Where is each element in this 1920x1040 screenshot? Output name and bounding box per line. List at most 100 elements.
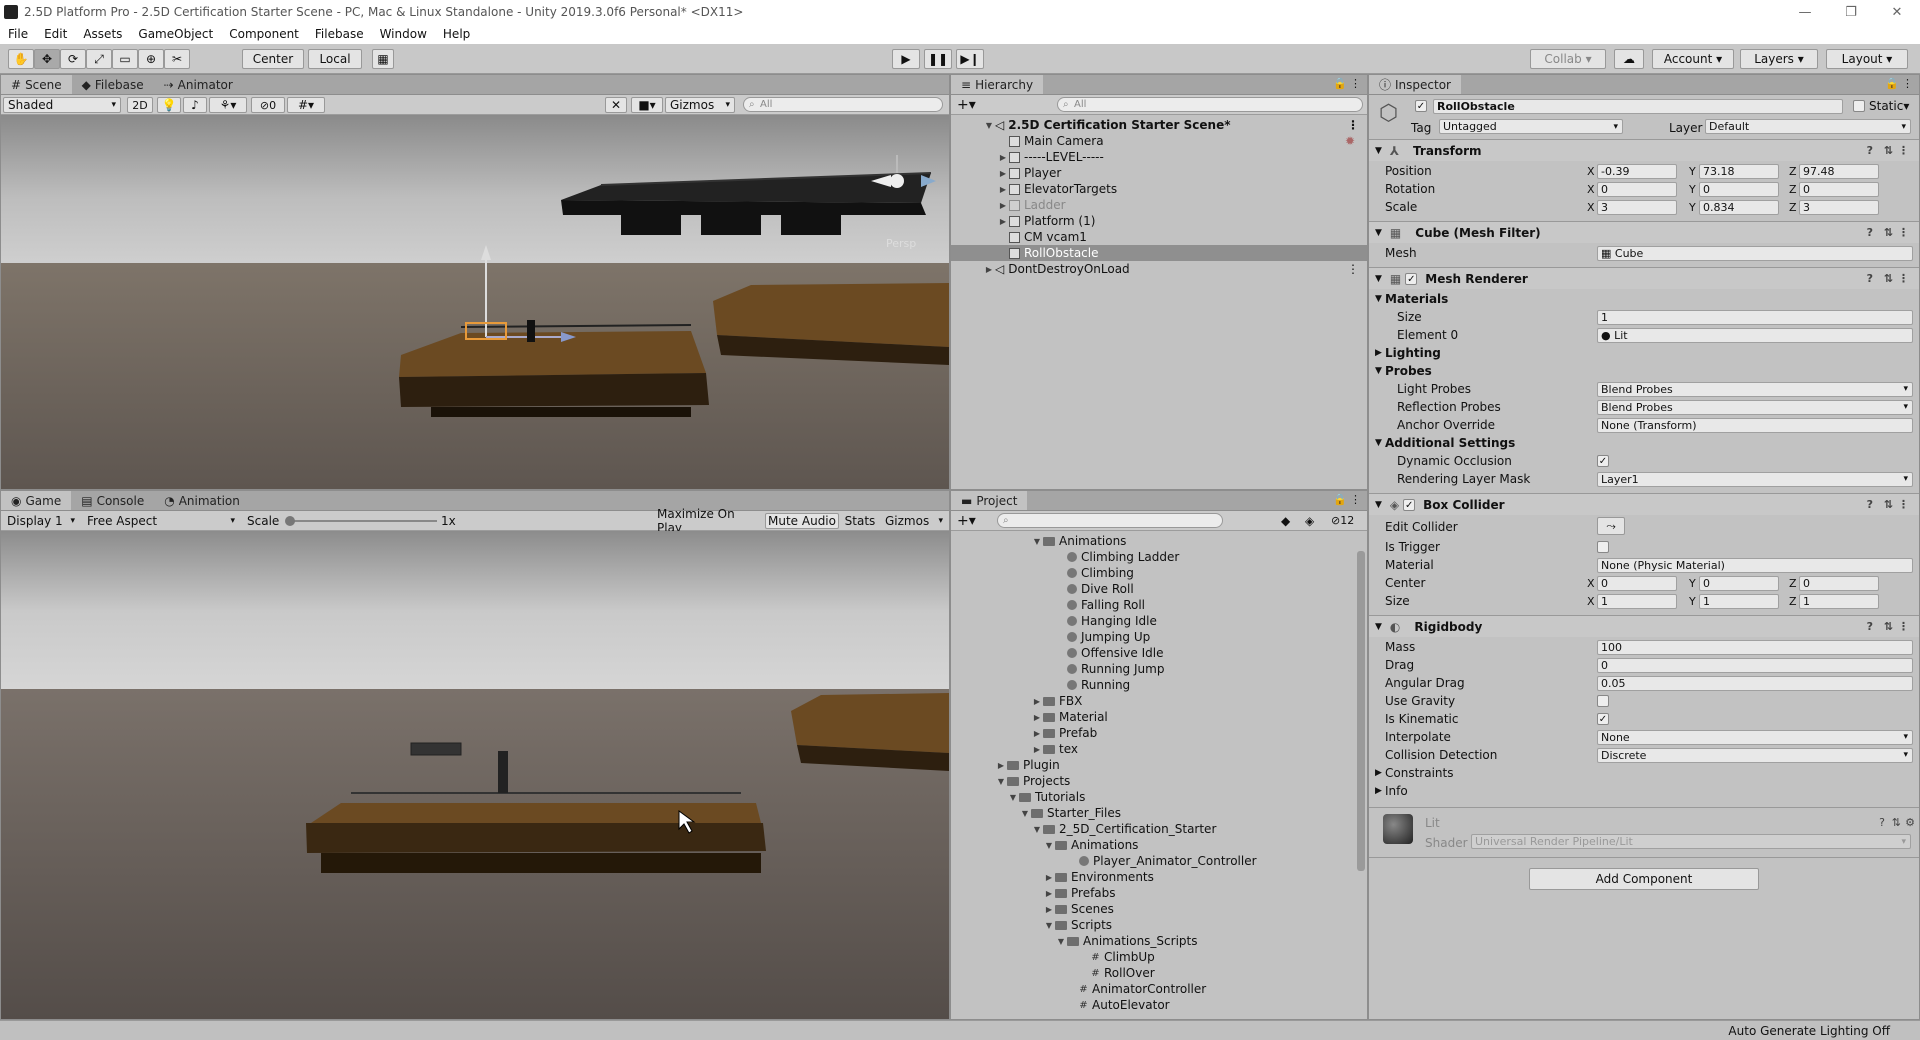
pause-button[interactable]: ❚❚ xyxy=(924,49,952,69)
mesh-renderer-enabled-checkbox[interactable]: ✓ xyxy=(1405,272,1418,285)
grid-toggle-icon[interactable]: #▾ xyxy=(287,97,325,113)
scale-slider[interactable] xyxy=(287,520,437,522)
menu-filebase[interactable]: Filebase xyxy=(307,27,372,41)
tab-project[interactable]: ▬ Project xyxy=(951,491,1028,510)
account-dropdown[interactable]: Account ▾ xyxy=(1652,49,1734,69)
expand-arrow-icon[interactable]: ▶ xyxy=(997,217,1009,226)
is-kinematic-checkbox[interactable]: ✓ xyxy=(1597,713,1609,725)
component-menu-icon[interactable]: ⋮ xyxy=(1898,498,1909,511)
panel-menu-icon[interactable]: ⋮ xyxy=(1902,77,1913,90)
expand-arrow-icon[interactable]: ▼ xyxy=(983,121,995,130)
center-x-field[interactable]: 0 xyxy=(1597,575,1677,591)
rotation-x-field[interactable]: 0 xyxy=(1597,181,1677,197)
transform-header[interactable]: ▼ ⅄ Transform ? ⇅ ⋮ xyxy=(1369,139,1919,161)
position-x-field[interactable]: -0.39 xyxy=(1597,163,1677,179)
expand-arrow-icon[interactable]: ▼ xyxy=(1019,809,1031,818)
component-menu-icon[interactable]: ⋮ xyxy=(1898,620,1909,633)
collapse-arrow-icon[interactable]: ▼ xyxy=(1375,274,1382,284)
scene-menu-icon[interactable]: ⋮ xyxy=(1347,262,1359,276)
collision-detection-dropdown[interactable]: Discrete xyxy=(1597,747,1913,763)
position-z-field[interactable]: 97.48 xyxy=(1799,163,1879,179)
tag-dropdown[interactable]: Untagged xyxy=(1439,119,1623,134)
panel-menu-icon[interactable]: ⋮ xyxy=(1350,77,1361,90)
expand-arrow-icon[interactable]: ▼ xyxy=(1007,793,1019,802)
maximize-button[interactable]: ❐ xyxy=(1828,0,1874,24)
hierarchy-item-elevatortargets[interactable]: ▶ ElevatorTargets xyxy=(951,181,1367,197)
presets-icon[interactable]: ⇅ xyxy=(1884,144,1893,157)
lighting-status[interactable]: Auto Generate Lighting Off xyxy=(1728,1024,1890,1038)
project-item[interactable]: ▼ 2_5D_Certification_Starter xyxy=(951,821,1367,837)
box-collider-header[interactable]: ▼ ◈ ✓ Box Collider ? ⇅ ⋮ xyxy=(1369,493,1919,515)
menu-window[interactable]: Window xyxy=(372,27,435,41)
project-search-input[interactable]: ⌕ xyxy=(997,513,1223,528)
object-name-input[interactable]: RollObstacle xyxy=(1433,99,1843,114)
project-item[interactable]: Running Jump xyxy=(951,661,1367,677)
tab-animator[interactable]: ⇢ Animator xyxy=(154,75,243,94)
scene-viewport[interactable]: Persp xyxy=(1,115,949,489)
rect-tool-icon[interactable]: ▭ xyxy=(112,49,138,69)
size-y-field[interactable]: 1 xyxy=(1699,593,1779,609)
toggle-2d-button[interactable]: 2D xyxy=(127,97,153,113)
menu-file[interactable]: File xyxy=(0,27,36,41)
tools-icon[interactable]: ✕ xyxy=(605,97,627,113)
project-item[interactable]: ▶ Material xyxy=(951,709,1367,725)
project-item[interactable]: Hanging Idle xyxy=(951,613,1367,629)
project-item[interactable]: ▼ Starter_Files xyxy=(951,805,1367,821)
project-item[interactable]: Dive Roll xyxy=(951,581,1367,597)
expand-arrow-icon[interactable]: ▶ xyxy=(995,761,1007,770)
project-item[interactable]: # RollOver xyxy=(951,965,1367,981)
box-collider-enabled-checkbox[interactable]: ✓ xyxy=(1403,498,1416,511)
lighting-foldout[interactable]: ▶ Lighting xyxy=(1369,345,1919,361)
project-item[interactable]: Climbing Ladder xyxy=(951,549,1367,565)
info-foldout[interactable]: ▶ Info xyxy=(1369,783,1919,799)
presets-icon[interactable]: ⇅ xyxy=(1892,816,1901,829)
hierarchy-item-platform[interactable]: ▶ Platform (1) xyxy=(951,213,1367,229)
center-y-field[interactable]: 0 xyxy=(1699,575,1779,591)
project-item[interactable]: ▶ FBX xyxy=(951,693,1367,709)
hierarchy-item-ladder[interactable]: ▶ Ladder xyxy=(951,197,1367,213)
expand-arrow-icon[interactable]: ▶ xyxy=(1043,889,1055,898)
probes-foldout[interactable]: ▼ Probes xyxy=(1369,363,1919,379)
collapse-arrow-icon[interactable]: ▼ xyxy=(1375,146,1382,156)
pivot-local-button[interactable]: Local xyxy=(308,49,362,69)
help-icon[interactable]: ? xyxy=(1867,620,1873,633)
shader-dropdown[interactable]: Universal Render Pipeline/Lit xyxy=(1471,834,1911,849)
presets-icon[interactable]: ⇅ xyxy=(1884,498,1893,511)
hierarchy-item-player[interactable]: ▶ Player xyxy=(951,165,1367,181)
settings-gear-icon[interactable]: ⚙ xyxy=(1905,816,1915,829)
panel-menu-icon[interactable]: ⋮ xyxy=(1350,493,1361,506)
step-button[interactable]: ▶❙ xyxy=(956,49,984,69)
component-menu-icon[interactable]: ⋮ xyxy=(1898,226,1909,239)
cloud-icon[interactable]: ☁ xyxy=(1614,49,1644,69)
lock-icon[interactable]: 🔒 xyxy=(1333,77,1347,90)
expand-arrow-icon[interactable]: ▶ xyxy=(983,265,995,274)
project-item[interactable]: Player_Animator_Controller xyxy=(951,853,1367,869)
component-menu-icon[interactable]: ⋮ xyxy=(1898,144,1909,157)
expand-arrow-icon[interactable]: ▶ xyxy=(1031,745,1043,754)
project-item[interactable]: # ClimbUp xyxy=(951,949,1367,965)
collapse-arrow-icon[interactable]: ▼ xyxy=(1375,228,1382,238)
use-gravity-checkbox[interactable] xyxy=(1597,695,1609,707)
constraints-foldout[interactable]: ▶ Constraints xyxy=(1369,765,1919,781)
scale-slider-handle[interactable] xyxy=(285,516,295,526)
presets-icon[interactable]: ⇅ xyxy=(1884,272,1893,285)
menu-edit[interactable]: Edit xyxy=(36,27,75,41)
maximize-on-play-button[interactable]: Maximize On Play xyxy=(657,507,763,535)
expand-arrow-icon[interactable]: ▶ xyxy=(1031,697,1043,706)
drag-field[interactable]: 0 xyxy=(1597,657,1913,673)
rotation-y-field[interactable]: 0 xyxy=(1699,181,1779,197)
tab-scene[interactable]: # Scene xyxy=(1,75,72,94)
collapse-arrow-icon[interactable]: ▼ xyxy=(1375,500,1382,510)
project-item[interactable]: Offensive Idle xyxy=(951,645,1367,661)
collapse-arrow-icon[interactable]: ▼ xyxy=(1375,622,1382,632)
tab-inspector[interactable]: ⓘ Inspector xyxy=(1369,75,1461,94)
mute-audio-button[interactable]: Mute Audio xyxy=(765,513,839,529)
dontdestroyonload-root[interactable]: ▶ ◁ DontDestroyOnLoad ⋮ xyxy=(951,261,1367,277)
display-dropdown[interactable]: Display 1 xyxy=(3,513,79,529)
center-z-field[interactable]: 0 xyxy=(1799,575,1879,591)
hidden-objects-toggle[interactable]: ⊘ 0 xyxy=(251,97,285,113)
project-item[interactable]: ▶ Scenes xyxy=(951,901,1367,917)
snap-icon[interactable]: ▦ xyxy=(372,49,394,69)
mesh-object-field[interactable]: ▦ Cube xyxy=(1597,245,1913,261)
tab-animation[interactable]: ◔ Animation xyxy=(154,491,250,510)
